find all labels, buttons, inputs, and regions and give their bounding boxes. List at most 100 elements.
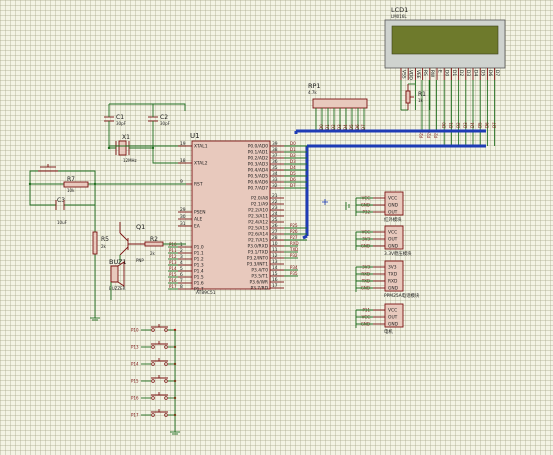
schematic-canvas: LCD1 LM016L VSS VDD VEE RS RW E D0 D1 D2 D3 D4 D5 D6… (28, 6, 506, 435)
module-pin-label: GND (388, 203, 399, 209)
module-caption: PPM25A电话模块 (384, 292, 420, 299)
p1-net-label: P12 (169, 254, 177, 259)
r5-value: 2k (101, 244, 107, 249)
u1-pin-name: P3.6/WR (249, 280, 268, 286)
u1-pin-number: 32 (272, 183, 278, 189)
key-net-label: P17 (131, 413, 139, 418)
u1-pin-name: P0.0/AD0 (248, 144, 268, 150)
u1-pin-number: 6 (180, 272, 183, 278)
u1-pin-number: 18 (180, 158, 186, 164)
rp1-resistor-pack[interactable]: RP1 4.7k D0 D1 D2 D3 D4 D5 D6 D7 (308, 82, 368, 131)
key-switch-p10[interactable]: P10 (131, 324, 177, 333)
module-caption: 红外模块 (384, 216, 402, 223)
c3-capacitor[interactable]: C3 10uF (55, 197, 68, 225)
c2-ref: C2 (160, 114, 168, 121)
u1-pin-name: P1.3 (194, 263, 204, 269)
u1-pin-number: 30 (180, 214, 186, 220)
r1-potentiometer[interactable]: R1 1k (405, 84, 426, 110)
u1-pin-name: P0.5/AD5 (248, 174, 268, 180)
lcd-data-net-label: D5 (477, 122, 482, 128)
key-switch-p15[interactable]: P15 (131, 375, 177, 384)
u1-pin-number: 1 (180, 242, 183, 248)
key-switch-p16[interactable]: P16 (131, 392, 177, 401)
u1-pin-number: 3 (180, 254, 183, 260)
lcd-pin-label-rs: RS (422, 70, 428, 76)
u1-net-label: D4 (290, 165, 296, 170)
key-net-label: P15 (131, 379, 139, 384)
rp1-net-label: D0 (319, 124, 324, 130)
lcd-pin-label-vee: VEE (415, 70, 421, 79)
module-pin-label: TXD (387, 272, 398, 278)
key-switch-p17[interactable]: P17 (131, 409, 177, 418)
u1-pin-number: 27 (272, 229, 278, 235)
p1-net-label: P17 (169, 284, 177, 289)
key-net-label: P13 (131, 345, 139, 350)
u1-pin-number: 37 (272, 153, 278, 159)
u1-pin-name: P0.7/AD7 (248, 186, 268, 192)
u1-pin-name: P2.1/A9 (251, 202, 268, 208)
p1-net-label: P13 (169, 260, 177, 265)
lcd-data-net-label: D3 (463, 122, 468, 128)
u1-pin-number: 31 (180, 221, 186, 227)
lcd-display[interactable]: LCD1 LM016L VSS VDD VEE RS RW E D0 D1 D2 D3 D4 D5 D6… (384, 6, 506, 80)
u1-pin-number: 21 (272, 193, 278, 199)
u1-pin-name: P2.3/A11 (248, 214, 268, 220)
c1-capacitor[interactable]: C1 30pF (104, 114, 127, 126)
u1-net-label: TXD (289, 247, 298, 252)
lcd-pin-label-d4: D4 (472, 70, 478, 76)
rp1-ref: RP1 (308, 82, 321, 90)
key-net-label: P10 (131, 328, 139, 333)
module-pin-label: GND (388, 286, 399, 292)
u1-pin-name: XTAL1 (194, 144, 208, 150)
mcu-u1[interactable]: U1 AT89C51 19 XTAL118 XTAL29 RST29 PSEN30 ALE… (178, 132, 307, 296)
module-caption: 电机 (384, 328, 393, 335)
u1-net-label: D5 (290, 171, 296, 176)
lcd-data-net-label: D1 (449, 122, 454, 128)
keys-common-wiring (170, 330, 180, 435)
u1-net-label: D7 (290, 183, 296, 188)
lcd-pin-label-d6: D6 (487, 70, 493, 76)
module-pin-label: GND (388, 322, 399, 328)
reset-button[interactable] (38, 164, 58, 172)
p1-net-label: P11 (169, 248, 177, 253)
module-caption: 3.3V稳压模块 (384, 250, 412, 257)
q1-transistor[interactable]: Q1 PNP (119, 222, 145, 263)
p1-net-label: P10 (169, 242, 177, 247)
key-switch-p14[interactable]: P14 (131, 358, 177, 367)
sensor-module-3[interactable]: 3V33V3TXDRXDRXDTXDGNDGNDPPM25A电话模块 (355, 260, 420, 299)
r5-resistor[interactable]: R5 2k (92, 231, 109, 255)
u1-pin-name: P3.2/INT0 (247, 256, 268, 262)
module-pin-label: GND (388, 244, 399, 250)
u1-pin-number: 16 (272, 277, 278, 283)
u1-pin-number: 7 (180, 278, 183, 284)
u1-pin-name: P1.0 (194, 245, 204, 251)
lcd-data-net-label: D2 (456, 122, 461, 128)
rp1-net-label: D6 (355, 124, 360, 130)
buzzer[interactable]: BUZ1 BUZZER (109, 255, 127, 300)
u1-pin-number: 4 (180, 260, 183, 266)
r2-value: 2k (150, 251, 156, 256)
u1-pin-name: P3.3/INT1 (247, 262, 268, 268)
u1-pin-name: XTAL2 (194, 161, 208, 167)
buzzer-part: BUZZER (109, 286, 126, 291)
u1-pin-name: P2.0/A8 (251, 196, 268, 202)
x1-crystal[interactable]: X1 12MHz (115, 134, 137, 163)
c2-capacitor[interactable]: C2 30pF (148, 114, 171, 126)
u1-net-label: D2 (290, 153, 296, 158)
rp1-net-label: D4 (343, 124, 348, 130)
u1-pin-number: 13 (272, 259, 278, 265)
u1-pin-name: P2.5/A13 (248, 226, 268, 232)
sensor-module-1[interactable]: VCCVCCGNDGNDOUTP32红外模块 (355, 191, 404, 223)
module-pin-label: VCC (388, 196, 397, 202)
u1-pin-name: P1.1 (194, 251, 204, 257)
u1-pin-number: 17 (272, 283, 278, 289)
lcd-pin-label-d7: D7 (494, 70, 500, 76)
sensor-module-4[interactable]: VCCP11OUTVCCGNDGND电机 (355, 303, 404, 335)
key-net-label: P16 (131, 396, 139, 401)
key-switch-p13[interactable]: P13 (131, 341, 177, 350)
sensor-module-2[interactable]: VCCVCCOUT3V3GNDGND3.3V稳压模块 (355, 225, 412, 257)
u1-pin-name: P0.6/AD6 (248, 180, 268, 186)
r7-resistor[interactable]: R7 10k (63, 176, 89, 193)
lcd-data-net-label: D0 (441, 122, 446, 128)
u1-pin-name: P1.7 (194, 287, 204, 293)
